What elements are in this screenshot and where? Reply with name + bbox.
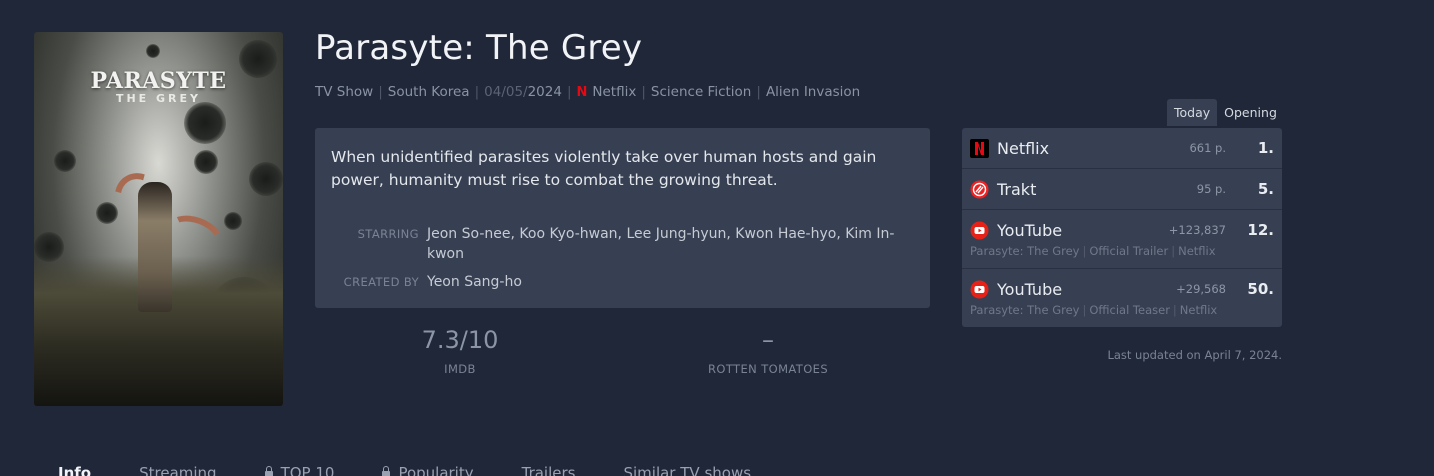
video-title-separator: | — [1172, 303, 1177, 317]
chart-row-trakt[interactable]: Trakt 95 p. 5. — [962, 169, 1282, 210]
starring-row: STARRING Jeon So-nee, Koo Kyo-hwan, Lee … — [315, 224, 897, 264]
poster-spore — [146, 44, 160, 58]
rating-imdb[interactable]: 7.3/10 IMDB — [400, 326, 520, 376]
poster-spore — [54, 150, 76, 172]
created-by-row: CREATED BY Yeon Sang-ho — [315, 272, 897, 292]
video-title-part: Official Teaser — [1089, 303, 1170, 317]
last-updated: Last updated on April 7, 2024. — [1107, 348, 1282, 362]
chart-rank: 1. — [1257, 139, 1274, 157]
video-title-separator: | — [1082, 244, 1087, 258]
chart-points: +29,568 — [1176, 282, 1226, 296]
video-title-part: Official Trailer — [1089, 244, 1169, 258]
trakt-icon — [970, 180, 989, 199]
show-poster[interactable]: PARASYTE THE GREY — [34, 32, 283, 406]
chart-name: YouTube — [997, 220, 1063, 240]
tab-label: Popularity — [398, 464, 474, 476]
toggle-today[interactable]: Today — [1167, 99, 1218, 126]
meta-tag[interactable]: Alien Invasion — [766, 84, 860, 100]
section-tabs: Info Streaming TOP 10 Popularity Trailer… — [58, 464, 799, 476]
youtube-icon — [970, 280, 989, 299]
meta-country[interactable]: South Korea — [388, 84, 470, 100]
lock-icon — [264, 465, 273, 476]
video-title-part: Netflix — [1179, 303, 1218, 317]
chart-rank: 12. — [1247, 221, 1274, 239]
chart-name: Trakt — [997, 179, 1037, 199]
tab-popularity[interactable]: Popularity — [382, 464, 474, 476]
netflix-icon — [970, 138, 989, 158]
video-title[interactable]: Parasyte: The Grey | Official Trailer | Netf… — [970, 244, 1274, 268]
poster-spore — [194, 150, 218, 174]
chart-points: 95 p. — [1196, 182, 1226, 196]
description-panel: When unidentified parasites violently ta… — [315, 128, 930, 308]
video-title-part: Parasyte: The Grey — [970, 244, 1080, 258]
chart-rank: 50. — [1247, 280, 1274, 298]
meta-type[interactable]: TV Show — [315, 84, 373, 100]
meta-network[interactable]: Netflix — [592, 84, 636, 100]
meta-genre[interactable]: Science Fiction — [651, 84, 751, 100]
starring-value[interactable]: Jeon So-nee, Koo Kyo-hwan, Lee Jung-hyun… — [427, 224, 897, 264]
video-title-separator: | — [1082, 303, 1087, 317]
created-by-label: CREATED BY — [343, 275, 419, 289]
chart-rankings: Netflix 661 p. 1. Trakt 95 p. 5. YouTube… — [962, 128, 1282, 327]
page-title: Parasyte: The Grey — [315, 28, 643, 68]
video-title-separator: | — [1171, 244, 1176, 258]
chart-points: 661 p. — [1189, 141, 1226, 155]
meta-year[interactable]: 2024 — [528, 84, 562, 100]
show-description: When unidentified parasites violently ta… — [331, 148, 877, 189]
poster-title: PARASYTE — [90, 68, 227, 94]
tab-label: TOP 10 — [280, 464, 335, 476]
tab-similar[interactable]: Similar TV shows — [623, 464, 751, 476]
rating-score: 7.3/10 — [421, 326, 499, 354]
tab-info[interactable]: Info — [58, 464, 91, 476]
rating-source: ROTTEN TOMATOES — [707, 362, 829, 376]
chart-period-toggle: Today Opening — [1167, 99, 1284, 126]
rating-score: – — [762, 326, 774, 354]
meta-separator: | — [566, 84, 572, 100]
poster-spore — [224, 212, 242, 230]
chart-rank: 5. — [1257, 180, 1274, 198]
youtube-icon — [970, 221, 989, 240]
video-title[interactable]: Parasyte: The Grey | Official Teaser | Netfl… — [970, 303, 1274, 327]
toggle-opening[interactable]: Opening — [1217, 99, 1284, 126]
chart-name: YouTube — [997, 279, 1063, 299]
rating-source: IMDB — [444, 362, 476, 376]
video-title-part: Parasyte: The Grey — [970, 303, 1080, 317]
chart-name: Netflix — [997, 138, 1050, 158]
chart-row-netflix[interactable]: Netflix 661 p. 1. — [962, 128, 1282, 169]
meta-separator: | — [378, 84, 383, 100]
poster-spore — [184, 102, 226, 144]
chart-row-youtube-trailer[interactable]: YouTube +123,837 12. Parasyte: The Grey |… — [962, 210, 1282, 269]
poster-spore — [249, 162, 283, 196]
meta-date-prefix: 04/05/ — [484, 84, 528, 100]
lock-icon — [382, 465, 391, 476]
tab-trailers[interactable]: Trailers — [522, 464, 576, 476]
created-by-value[interactable]: Yeon Sang-ho — [427, 272, 897, 292]
tab-top10[interactable]: TOP 10 — [264, 464, 335, 476]
meta-separator: | — [641, 84, 646, 100]
video-title-part: Netflix — [1178, 244, 1216, 258]
meta-separator: | — [756, 84, 761, 100]
show-meta: TV Show | South Korea | 04/05/2024 | N Netflix |… — [315, 84, 860, 100]
tab-streaming[interactable]: Streaming — [139, 464, 216, 476]
netflix-icon: N — [576, 85, 588, 100]
poster-subtitle: THE GREY — [115, 92, 202, 105]
meta-separator: | — [474, 84, 480, 100]
chart-row-youtube-teaser[interactable]: YouTube +29,568 50. Parasyte: The Grey | O… — [962, 269, 1282, 327]
rating-rotten-tomatoes[interactable]: – ROTTEN TOMATOES — [698, 326, 838, 376]
chart-points: +123,837 — [1168, 223, 1226, 237]
starring-label: STARRING — [357, 227, 419, 241]
